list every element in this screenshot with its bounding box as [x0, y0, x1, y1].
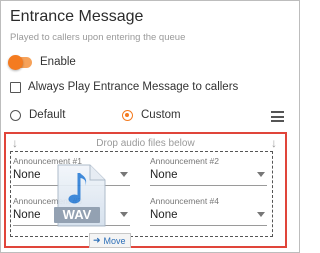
chevron-down-icon: [257, 172, 265, 177]
announcement-grid: Announcement #1 None Announcement #2 Non…: [10, 151, 273, 237]
audio-drop-zone[interactable]: ↓ Drop audio files below ↓ Announcement …: [4, 132, 287, 248]
radio-custom-label: Custom: [141, 109, 181, 121]
chevron-down-icon: [120, 212, 128, 217]
wav-badge: WAV: [62, 207, 92, 222]
radio-default[interactable]: [10, 109, 21, 121]
radio-default-label: Default: [29, 109, 66, 121]
enable-toggle-row[interactable]: Enable: [8, 54, 76, 70]
hamburger-menu-icon[interactable]: [271, 111, 284, 122]
announcement-value: None: [150, 169, 178, 181]
announcement-value: None: [150, 209, 178, 221]
chevron-down-icon: [120, 172, 128, 177]
entrance-message-panel: Entrance Message Played to callers upon …: [0, 0, 300, 253]
always-play-label: Always Play Entrance Message to callers: [28, 81, 239, 93]
radio-custom[interactable]: [122, 109, 133, 121]
announcement-value: None: [13, 209, 41, 221]
radio-option-custom[interactable]: Custom: [122, 109, 181, 121]
wav-file-icon[interactable]: WAV: [54, 164, 106, 227]
message-type-group: Default Custom: [10, 109, 290, 125]
arrow-down-icon: ↓: [271, 136, 277, 150]
enable-toggle[interactable]: [8, 54, 32, 70]
panel-subtitle: Played to callers upon entering the queu…: [10, 32, 186, 43]
panel-title: Entrance Message: [10, 8, 144, 25]
announcement-select-4[interactable]: Announcement #4 None: [150, 196, 267, 226]
move-label-text: Move: [103, 235, 126, 246]
radio-option-default[interactable]: Default: [10, 109, 65, 121]
drop-zone-text: Drop audio files below: [96, 138, 195, 149]
enable-label: Enable: [40, 56, 76, 68]
chevron-down-icon: [257, 212, 265, 217]
announcement-label: Announcement #2: [150, 156, 219, 166]
always-play-checkbox[interactable]: [10, 81, 21, 93]
always-play-row[interactable]: Always Play Entrance Message to callers: [10, 81, 238, 93]
move-arrow-icon: ➜: [93, 235, 101, 245]
announcement-select-2[interactable]: Announcement #2 None: [150, 156, 267, 186]
announcement-label: Announcement #4: [150, 196, 219, 206]
move-tooltip: ➜ Move: [89, 233, 131, 248]
toggle-knob: [8, 54, 23, 70]
announcement-value: None: [13, 169, 41, 181]
